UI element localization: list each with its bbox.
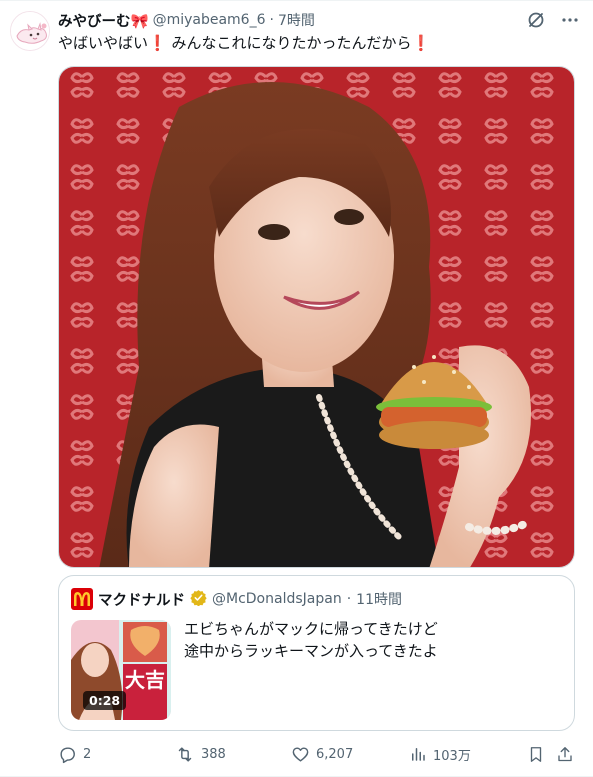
reply-icon (60, 746, 75, 763)
user-handle[interactable]: @miyabeam6_6 (153, 12, 266, 28)
grok-icon[interactable] (525, 9, 547, 31)
repost-icon (178, 746, 192, 762)
views-count: 103万 (433, 748, 471, 764)
quote-text: エビちゃんがマックに帰ってきたけど 途中からラッキーマンが入ってきたよ (184, 618, 438, 662)
quote-timestamp[interactable]: 11時間 (356, 589, 402, 609)
mcdonalds-logo-icon[interactable] (71, 588, 93, 610)
views-button[interactable]: 103万 (409, 742, 471, 766)
display-name[interactable]: みやびーむ🎀 (58, 10, 149, 31)
repost-button[interactable]: 388 (175, 742, 226, 766)
video-duration: 0:28 (83, 691, 127, 710)
tweet-text: やばいやばい❗ みんなこれになりたかったんだから❗ (58, 33, 430, 53)
repost-count: 388 (201, 746, 226, 762)
reply-count: 2 (83, 746, 92, 762)
tweet[interactable]: みやびーむ🎀 @miyabeam6_6 · 7時間 やばいやばい❗ みんなこれに… (0, 0, 593, 777)
exclamation-icon: ❗ (411, 34, 431, 52)
photo-woman-holding-burger-icon (59, 67, 574, 567)
exclamation-icon: ❗ (148, 34, 167, 52)
quote-text-line-1: エビちゃんがマックに帰ってきたけど (184, 620, 438, 638)
quote-header: マクドナルド @McDonaldsJapan · 11時間 (71, 588, 402, 610)
tweet-text-rest: みんなこれになりたかったんだから (166, 34, 412, 52)
quote-text-line-2: 途中からラッキーマンが入ってきたよ (184, 642, 438, 660)
bookmark-button[interactable] (527, 742, 545, 766)
tweet-text-main: やばいやばい (58, 34, 149, 52)
bookmark-icon (530, 746, 542, 762)
heart-icon (292, 746, 309, 762)
share-icon (558, 746, 572, 761)
quote-handle[interactable]: @McDonaldsJapan (212, 591, 342, 607)
share-button[interactable] (556, 742, 574, 766)
more-options-icon[interactable] (559, 9, 581, 31)
views-chart-icon (412, 748, 425, 761)
separator: · (346, 591, 352, 607)
reply-button[interactable]: 2 (58, 742, 91, 766)
tweet-media-photo[interactable] (58, 66, 575, 568)
quote-display-name[interactable]: マクドナルド (98, 589, 185, 610)
thumbnail-caption: 大吉 (125, 668, 165, 692)
like-count: 6,207 (316, 746, 354, 762)
action-bar: 2 388 6,207 103万 (58, 742, 578, 766)
timestamp[interactable]: 7時間 (278, 10, 315, 30)
tweet-header: みやびーむ🎀 @miyabeam6_6 · 7時間 (58, 10, 315, 30)
tweet-top-actions (525, 9, 581, 31)
gold-verified-badge-icon (190, 589, 207, 610)
cat-avatar-icon (11, 12, 49, 50)
separator: · (269, 12, 274, 28)
quote-tweet[interactable]: マクドナルド @McDonaldsJapan · 11時間 大吉 0:28 エビ… (58, 575, 575, 731)
like-button[interactable]: 6,207 (291, 742, 353, 766)
avatar[interactable] (10, 11, 50, 51)
quote-video-thumbnail[interactable]: 大吉 0:28 (71, 620, 171, 720)
